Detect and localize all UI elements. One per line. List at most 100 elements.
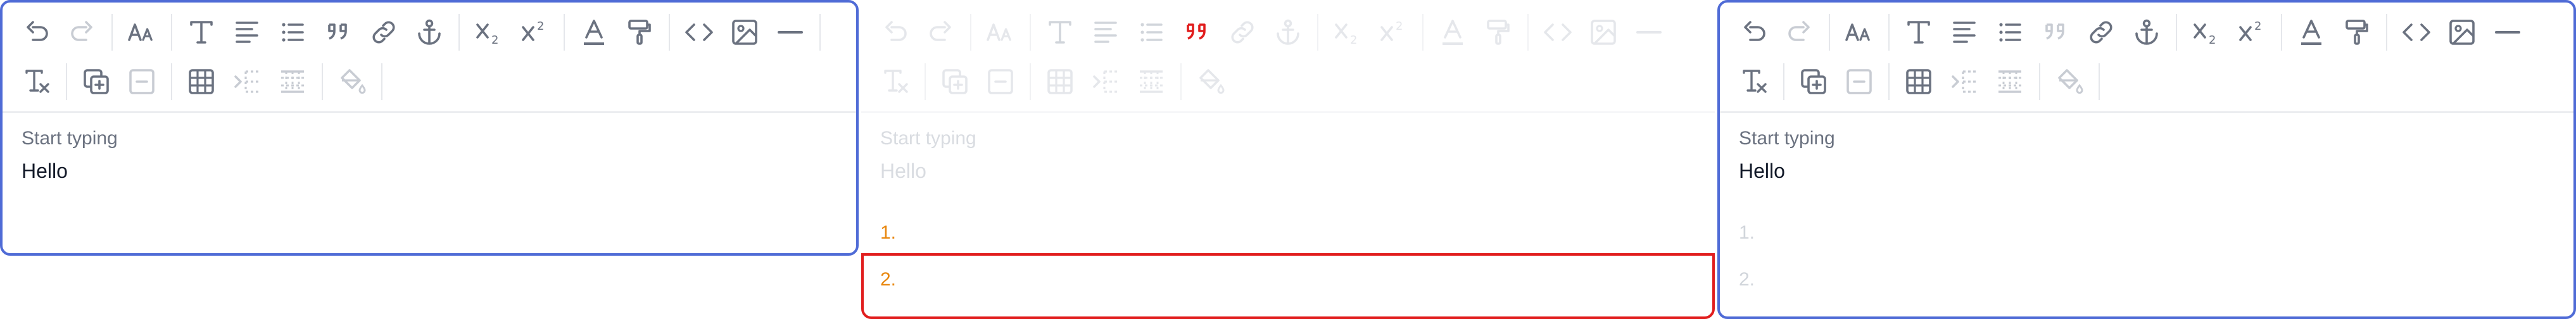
table-grid-icon[interactable] <box>274 63 312 101</box>
toolbar-divider <box>1783 63 1784 100</box>
horizontal-rule-icon[interactable] <box>1630 13 1668 51</box>
redo-icon[interactable] <box>922 13 960 51</box>
link-icon[interactable] <box>1223 13 1261 51</box>
undo-icon[interactable] <box>1735 13 1773 51</box>
paragraph-text[interactable]: Hello <box>880 160 1696 183</box>
insert-block-icon[interactable] <box>936 63 974 101</box>
toolbar-divider <box>2099 63 2100 100</box>
insert-block-icon[interactable] <box>77 63 115 101</box>
toolbar-divider <box>970 14 971 51</box>
link-icon[interactable] <box>2082 13 2120 51</box>
anchor-icon[interactable] <box>1269 13 1307 51</box>
blockquote-icon[interactable] <box>319 13 357 51</box>
toolbar-row-2 <box>1720 57 2573 106</box>
align-icon[interactable] <box>1945 13 1983 51</box>
rich-text-editor-2[interactable]: Start typing Hello 1. 2. <box>859 0 1717 319</box>
remove-block-icon[interactable] <box>982 63 1020 101</box>
indent-icon[interactable] <box>228 63 266 101</box>
code-icon[interactable] <box>1539 13 1577 51</box>
list-item[interactable]: 1. <box>880 210 1696 256</box>
redo-icon[interactable] <box>1781 13 1819 51</box>
redo-icon[interactable] <box>63 13 101 51</box>
image-icon[interactable] <box>1584 13 1622 51</box>
toolbar-divider <box>1317 14 1318 51</box>
table-icon[interactable] <box>1041 63 1079 101</box>
toolbar-row-1 <box>861 8 1715 57</box>
toolbar-divider <box>564 14 565 51</box>
toolbar-divider <box>1527 14 1529 51</box>
editor-toolbar <box>3 3 856 113</box>
list-item[interactable]: 2. <box>1739 256 2554 303</box>
bulleted-list-icon[interactable] <box>1991 13 2029 51</box>
align-icon[interactable] <box>1087 13 1125 51</box>
insert-block-icon[interactable] <box>1795 63 1833 101</box>
paragraph-text[interactable]: Hello <box>1739 160 2554 183</box>
text-color-icon[interactable] <box>1434 13 1472 51</box>
indent-icon[interactable] <box>1945 63 1983 101</box>
link-icon[interactable] <box>365 13 403 51</box>
format-painter-icon[interactable] <box>621 13 659 51</box>
clear-format-icon[interactable] <box>876 63 914 101</box>
anchor-icon[interactable] <box>410 13 448 51</box>
undo-icon[interactable] <box>876 13 914 51</box>
list-item[interactable]: 2. <box>880 256 1696 303</box>
fill-color-icon[interactable] <box>333 63 371 101</box>
superscript-icon[interactable] <box>1374 13 1412 51</box>
align-icon[interactable] <box>228 13 266 51</box>
code-icon[interactable] <box>2397 13 2435 51</box>
text-color-icon[interactable] <box>575 13 613 51</box>
ordered-list[interactable]: 1. 2. <box>880 210 1696 303</box>
font-size-icon[interactable] <box>1840 13 1878 51</box>
font-size-icon[interactable] <box>123 13 161 51</box>
placeholder-text: Start typing <box>1739 128 1835 149</box>
toolbar-divider <box>2386 14 2387 51</box>
anchor-icon[interactable] <box>2128 13 2166 51</box>
clear-format-icon[interactable] <box>1735 63 1773 101</box>
horizontal-rule-icon[interactable] <box>2489 13 2527 51</box>
toolbar-divider <box>66 63 67 100</box>
table-grid-icon[interactable] <box>1132 63 1170 101</box>
subscript-icon[interactable] <box>2187 13 2225 51</box>
rich-text-editor-3[interactable]: Start typing Hello 1. 2. <box>1717 0 2576 319</box>
clear-format-icon[interactable] <box>18 63 56 101</box>
ordered-list[interactable]: 1. 2. <box>1739 210 2554 303</box>
heading-icon[interactable] <box>1900 13 1938 51</box>
superscript-icon[interactable] <box>2233 13 2271 51</box>
rich-text-editor-1[interactable]: Start typing Hello <box>0 0 859 256</box>
code-icon[interactable] <box>680 13 718 51</box>
blockquote-icon[interactable] <box>2036 13 2074 51</box>
image-icon[interactable] <box>726 13 764 51</box>
remove-block-icon[interactable] <box>123 63 161 101</box>
editor-content[interactable]: Start typing Hello <box>22 111 837 183</box>
heading-icon[interactable] <box>1041 13 1079 51</box>
editor-content[interactable]: Start typing Hello 1. 2. <box>1739 111 2554 303</box>
indent-icon[interactable] <box>1087 63 1125 101</box>
horizontal-rule-icon[interactable] <box>771 13 809 51</box>
format-painter-icon[interactable] <box>2338 13 2376 51</box>
table-icon[interactable] <box>182 63 220 101</box>
table-grid-icon[interactable] <box>1991 63 2029 101</box>
table-icon[interactable] <box>1900 63 1938 101</box>
subscript-icon[interactable] <box>1329 13 1367 51</box>
bulleted-list-icon[interactable] <box>274 13 312 51</box>
undo-icon[interactable] <box>18 13 56 51</box>
toolbar-divider <box>1030 14 1031 51</box>
heading-icon[interactable] <box>182 13 220 51</box>
font-size-icon[interactable] <box>982 13 1020 51</box>
fill-color-icon[interactable] <box>2050 63 2088 101</box>
subscript-icon[interactable] <box>470 13 508 51</box>
paragraph-text[interactable]: Hello <box>22 160 837 183</box>
toolbar-divider <box>1030 63 1031 100</box>
image-icon[interactable] <box>2443 13 2481 51</box>
editor-content[interactable]: Start typing Hello 1. 2. <box>880 111 1696 303</box>
fill-color-icon[interactable] <box>1192 63 1230 101</box>
superscript-icon[interactable] <box>515 13 553 51</box>
bulleted-list-icon[interactable] <box>1132 13 1170 51</box>
remove-block-icon[interactable] <box>1840 63 1878 101</box>
list-item[interactable]: 1. <box>1739 210 2554 256</box>
format-painter-icon[interactable] <box>1479 13 1517 51</box>
text-color-icon[interactable] <box>2292 13 2330 51</box>
toolbar-row-1 <box>3 8 856 57</box>
toolbar-divider <box>1888 63 1890 100</box>
blockquote-icon[interactable] <box>1178 13 1216 51</box>
